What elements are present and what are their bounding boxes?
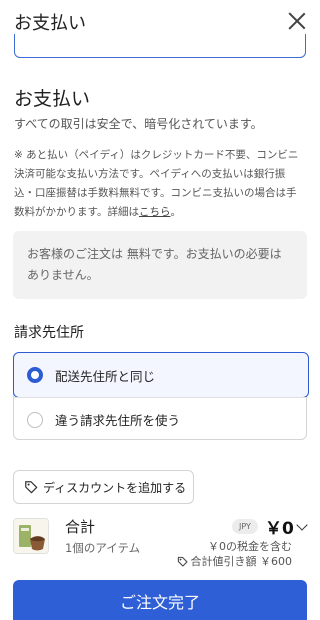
- discount-total-row: 合計値引き額 ￥600: [177, 553, 293, 569]
- tag-icon: [177, 556, 188, 567]
- tax-note: ￥0の税金を含む: [208, 540, 292, 553]
- product-thumbnail: [13, 518, 49, 554]
- free-order-message: お客様のご注文は 無料です。お支払いの必要はありません。: [13, 231, 307, 299]
- previous-selected-card: [14, 34, 306, 58]
- page-title: お支払い: [14, 13, 86, 34]
- add-discount-button[interactable]: ディスカウントを追加する: [13, 470, 194, 504]
- currency-badge: JPY: [232, 519, 258, 534]
- add-discount-label: ディスカウントを追加する: [43, 480, 187, 495]
- details-link[interactable]: こちら: [139, 206, 171, 218]
- payment-security-subtitle: すべての取引は安全で、暗号化されています。: [14, 117, 263, 131]
- billing-address-options: 配送先住所と同じ 違う請求先住所を使う: [13, 352, 309, 441]
- billing-address-title: 請求先住所: [14, 325, 84, 341]
- complete-order-button[interactable]: ご注文完了: [13, 580, 307, 620]
- product-image-icon: [14, 519, 48, 553]
- radio-unselected-icon[interactable]: [27, 411, 43, 428]
- total-label: 合計: [65, 518, 96, 536]
- billing-option-label: 違う請求先住所を使う: [55, 413, 181, 428]
- billing-option-different-address[interactable]: 違う請求先住所を使う: [14, 397, 308, 441]
- tag-icon: [25, 481, 38, 494]
- chevron-down-icon[interactable]: [296, 519, 308, 531]
- paidy-note-end: 。: [170, 206, 181, 218]
- items-count: 1個のアイテム: [65, 541, 141, 555]
- radio-selected-icon[interactable]: [27, 367, 43, 383]
- payment-section-title: お支払い: [14, 88, 91, 110]
- total-amount: ￥0: [265, 519, 294, 539]
- billing-option-label: 配送先住所と同じ: [55, 368, 156, 384]
- discount-total: 合計値引き額 ￥600: [190, 555, 293, 568]
- paidy-note: ※ あと払い（ペイディ）はクレジットカード不要、コンビニ決済可能な支払い方法です…: [14, 146, 306, 222]
- billing-option-same-as-shipping[interactable]: 配送先住所と同じ: [13, 352, 309, 398]
- close-icon[interactable]: [286, 10, 308, 32]
